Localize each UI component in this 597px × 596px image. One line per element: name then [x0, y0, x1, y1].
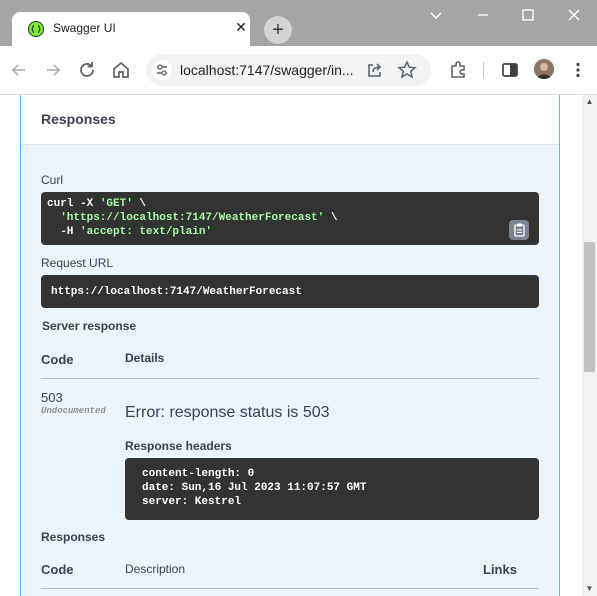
site-info-icon[interactable]: [152, 60, 172, 80]
response-headers-block: content-length: 0 date: Sun,16 Jul 2023 …: [125, 458, 539, 520]
home-icon[interactable]: [109, 58, 133, 82]
request-url-label: Request URL: [41, 256, 114, 270]
undocumented-badge: Undocumented: [41, 406, 106, 416]
scroll-up-arrow-icon[interactable]: ▲: [585, 97, 594, 106]
new-tab-button[interactable]: +: [264, 16, 292, 44]
responses-column-code: Code: [41, 562, 74, 577]
responses-header: Responses: [21, 95, 559, 145]
reload-icon[interactable]: [75, 58, 99, 82]
curl-code-block: curl -X 'GET' \ 'https://localhost:7147/…: [41, 192, 539, 245]
curl-line-3: -H 'accept: text/plain': [47, 226, 213, 238]
tab-close-icon[interactable]: ✕: [233, 19, 249, 36]
request-url-block: https://localhost:7147/WeatherForecast: [41, 275, 539, 308]
profile-avatar[interactable]: [534, 59, 554, 79]
address-bar[interactable]: localhost:7147/swagger/in...: [146, 54, 431, 86]
browser-toolbar: localhost:7147/swagger/in...: [0, 46, 597, 95]
swagger-page: Responses Curl curl -X 'GET' \ 'https://…: [0, 95, 582, 596]
page-scrollbar[interactable]: ▲ ▼: [582, 95, 597, 596]
response-header-line: content-length: 0: [142, 468, 255, 480]
response-headers-label: Response headers: [125, 439, 232, 453]
close-window-icon[interactable]: [564, 5, 584, 25]
request-url-value: https://localhost:7147/WeatherForecast: [51, 286, 302, 298]
response-header-line: date: Sun,16 Jul 2023 11:07:57 GMT: [142, 482, 367, 494]
swagger-favicon-icon: [28, 21, 44, 37]
response-error-message: Error: response status is 503: [125, 404, 330, 421]
menu-dots-icon[interactable]: [566, 58, 590, 82]
browser-titlebar: Swagger UI ✕ +: [0, 0, 597, 46]
column-details-header: Details: [125, 351, 165, 365]
responses-column-links: Links: [483, 562, 517, 577]
copy-to-clipboard-icon[interactable]: [509, 220, 529, 240]
server-response-label: Server response: [42, 319, 137, 333]
browser-tab[interactable]: Swagger UI ✕: [12, 12, 250, 46]
responses-column-description: Description: [125, 562, 186, 576]
response-status-code: 503: [41, 390, 63, 405]
curl-label: Curl: [41, 173, 64, 187]
curl-line-2: 'https://localhost:7147/WeatherForecast'…: [60, 212, 338, 224]
side-panel-icon[interactable]: [498, 58, 522, 82]
toolbar-divider: [483, 62, 484, 78]
back-icon[interactable]: [7, 58, 31, 82]
curl-line-1: curl -X 'GET' \: [47, 198, 147, 210]
responses-table-divider: [41, 588, 539, 589]
table-header-divider: [41, 378, 539, 379]
maximize-icon[interactable]: [518, 5, 538, 25]
responses-section-label: Responses: [41, 530, 106, 544]
responses-header-title: Responses: [41, 111, 116, 127]
tab-title: Swagger UI: [53, 21, 116, 35]
scroll-down-arrow-icon[interactable]: ▼: [585, 584, 594, 593]
operation-block-get: Responses Curl curl -X 'GET' \ 'https://…: [20, 95, 560, 596]
bookmark-star-icon[interactable]: [395, 58, 419, 82]
share-icon[interactable]: [363, 58, 387, 82]
extensions-icon[interactable]: [446, 58, 470, 82]
scrollbar-thumb[interactable]: [584, 242, 595, 372]
column-code-header: Code: [41, 352, 74, 367]
response-header-line: server: Kestrel: [142, 496, 242, 508]
forward-icon[interactable]: [41, 58, 65, 82]
minimize-icon[interactable]: [473, 5, 493, 25]
url-text[interactable]: localhost:7147/swagger/in...: [180, 62, 354, 78]
tab-search-chevron-icon[interactable]: [426, 5, 446, 25]
